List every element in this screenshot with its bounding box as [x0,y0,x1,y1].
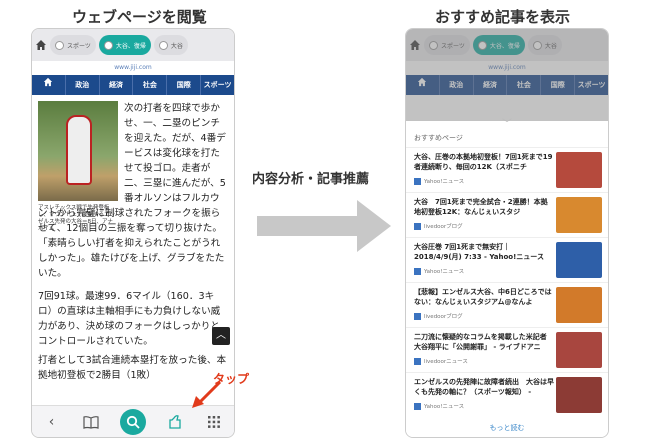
nav-sports[interactable]: スポーツ [201,75,234,95]
source-icon [414,402,421,410]
middle-label: 内容分析・記事推薦 [252,172,370,187]
home-icon[interactable] [35,39,47,51]
recommend-title: 大谷圧巻 7回1死まで無安打｜2018/4/9(月) 7:33 - Yahoo!… [414,243,544,261]
recommend-title: 【悲報】エンゼルス大谷、中6日どころではない：なんじぇいスタジアム@なんよ [414,288,552,306]
source-icon [414,357,421,365]
right-caption: おすすめ記事を表示 [435,8,571,26]
recommend-item[interactable]: 大谷、圧巻の本拠地初登板！7回1死まで19者連続断り、毎回の12K（スポニチ Ya… [406,147,608,192]
recommend-item[interactable]: 【悲報】エンゼルス大谷、中6日どころではない：なんじぇいスタジアム@なんよ liv… [406,282,608,327]
process-arrow-icon [257,200,391,252]
recommend-thumbnail [556,152,602,188]
recommend-title: 大谷、圧巻の本拠地初登板！7回1死まで19者連続断り、毎回の12K（スポニチ [414,153,553,171]
dim-overlay [406,29,608,121]
nav-international[interactable]: 国際 [167,75,202,95]
search-icon[interactable] [119,408,146,435]
nav-society[interactable]: 社会 [133,75,168,95]
tab-sports[interactable]: スポーツ [50,35,96,55]
left-phone: スポーツ 大谷、復帰 大谷 www.jiji.com 政治 経済 社会 国際 ス… [31,28,235,438]
article-paragraph-2: 7回91球。最速99．6マイル（160．3キロ）の直球は主軸相手にも力負けしない… [38,291,221,347]
site-nav: 政治 経済 社会 国際 スポーツ [32,75,234,95]
site-icon [158,40,168,50]
recommend-thumbnail [556,377,602,413]
source-label: Yahoo!ニュース [424,179,465,185]
scroll-up-button[interactable]: ︿ [212,327,230,345]
nav-politics[interactable]: 政治 [66,75,100,95]
nav-economy[interactable]: 経済 [100,75,134,95]
tap-arrow-icon [192,380,222,408]
recommend-icon[interactable] [165,412,185,432]
article-photo [38,101,118,201]
recommend-header: おすすめページ [414,134,463,142]
source-icon [414,177,421,185]
recommend-item[interactable]: 大谷圧巻 7回1死まで無安打｜2018/4/9(月) 7:33 - Yahoo!… [406,237,608,282]
tab-ohtani[interactable]: 大谷 [153,35,188,55]
recommend-thumbnail [556,242,602,278]
url-bar[interactable]: www.jiji.com [32,61,234,75]
article-paragraph-3: 打者として3試合連続本塁打を放った後、本拠地初登板で2勝目（1敗） [38,355,227,381]
recommend-title: 二刀流に懐疑的なコラムを掲載した米記者 大谷翔平に「公開謝罪」 - ライブドアニ [414,333,547,351]
tab-label: 大谷、復帰 [115,42,146,50]
chevron-down-icon[interactable]: ﹀ [406,120,608,131]
source-label: Yahoo!ニュース [424,404,465,410]
recommend-item[interactable]: エンゼルスの先発陣に故障者続出 大谷は早くも先発の軸に？（スポーツ報知） - Ya… [406,372,608,417]
site-icon [55,40,64,50]
read-more-link[interactable]: もっと読む [406,417,608,433]
recommend-title: 大谷 7回1死まで完全試合・2連勝！本拠地初登板12K：なんじぇいスタジ [414,198,548,216]
recommend-thumbnail [556,287,602,323]
recommend-thumbnail [556,332,602,368]
book-icon[interactable] [81,412,101,432]
tab-label: スポーツ [67,42,91,50]
nav-home[interactable] [32,75,66,95]
tab-active[interactable]: 大谷、復帰 [98,35,151,55]
recommend-list: 大谷、圧巻の本拠地初登板！7回1死まで19者連続断り、毎回の12K（スポニチ Ya… [406,147,608,417]
tab-bar: スポーツ 大谷、復帰 大谷 [32,29,234,61]
right-phone: スポーツ 大谷、復帰 大谷 www.jiji.com 政治 経済 社会 国際 ス… [405,28,609,438]
recommend-panel: ﹀ おすすめページ 大谷、圧巻の本拠地初登板！7回1死まで19者連続断り、毎回の… [406,120,608,437]
source-icon [414,312,421,320]
site-icon [103,40,113,50]
source-label: livedoorブログ [424,224,463,230]
recommend-item[interactable]: 大谷 7回1死まで完全試合・2連勝！本拠地初登板12K：なんじぇいスタジ live… [406,192,608,237]
article-body: 次の打者を四球で歩かせ、一、二塁のピンチを迎えた。だが、4番デービスは変化球を打… [32,95,234,389]
recommend-item[interactable]: 二刀流に懐疑的なコラムを掲載した米記者 大谷翔平に「公開謝罪」 - ライブドアニ… [406,327,608,372]
tab-label: 大谷 [170,42,183,50]
home-icon [44,77,53,87]
source-label: livedoorニュース [424,359,468,365]
recommend-title: エンゼルスの先発陣に故障者続出 大谷は早くも先発の軸に？（スポーツ報知） - [414,378,554,396]
source-icon [414,267,421,275]
recommend-thumbnail [556,197,602,233]
left-caption: ウェブページを閲覧 [72,8,207,26]
photo-caption: アスレチックス戦で先発登板し、マウンド上で躍動するエンゼルス先発の大谷＝8日、ア… [38,205,116,232]
back-icon[interactable]: ‹ [42,412,62,432]
source-label: livedoorブログ [424,314,463,320]
grid-icon[interactable] [204,412,224,432]
source-icon [414,222,421,230]
source-label: Yahoo!ニュース [424,269,465,275]
